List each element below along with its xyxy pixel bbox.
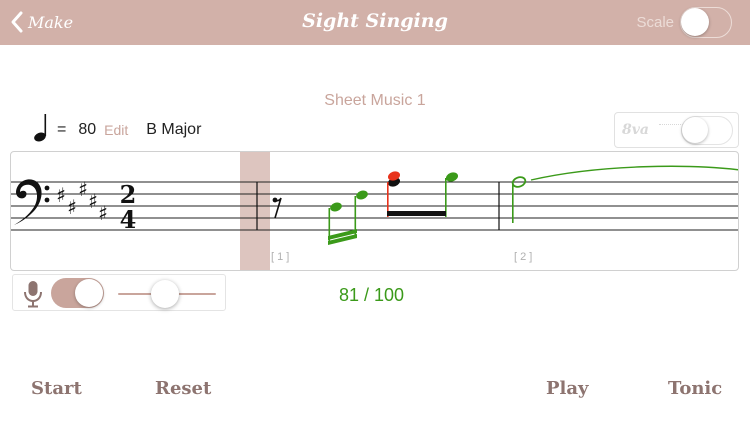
- svg-text:♯: ♯: [98, 201, 108, 225]
- staff-canvas: ♯ ♯ ♯ ♯ ♯ 2 4 [1] [2]: [11, 152, 738, 270]
- svg-text:♯: ♯: [88, 189, 98, 213]
- octave-shift-control: 8va: [614, 112, 739, 148]
- note: [330, 202, 342, 212]
- measure-number: [ 1 ]: [271, 251, 289, 263]
- note: [445, 172, 459, 182]
- eighth-rest: [272, 197, 282, 219]
- key-signature-label: B Major: [146, 121, 202, 138]
- microphone-icon: [24, 281, 42, 308]
- start-button[interactable]: Start: [31, 378, 82, 399]
- note-beam: [387, 211, 446, 216]
- octave-toggle-knob: [682, 117, 708, 143]
- scale-label: Scale: [636, 14, 674, 31]
- octave-label: 8va: [622, 122, 649, 138]
- volume-slider-thumb[interactable]: [151, 280, 179, 308]
- playhead-highlight: [240, 152, 270, 270]
- svg-text:♯: ♯: [78, 177, 88, 201]
- tempo-row: = 80 Edit B Major: [33, 112, 201, 142]
- sheet-title: Sheet Music 1: [324, 92, 426, 109]
- play-button[interactable]: Play: [546, 378, 589, 399]
- input-controls: [12, 274, 226, 311]
- nav-bar: Make Sight Singing Scale: [0, 0, 750, 45]
- tempo-edit-button[interactable]: Edit: [104, 122, 128, 138]
- microphone-toggle-knob: [75, 279, 103, 307]
- tempo-value: 80: [78, 121, 97, 138]
- time-signature-bottom: 4: [120, 205, 137, 234]
- sheet-music-staff[interactable]: ♯ ♯ ♯ ♯ ♯ 2 4 [1] [2]: [10, 151, 739, 271]
- note: [356, 190, 368, 200]
- svg-text:♯: ♯: [67, 195, 77, 219]
- svg-text:♯: ♯: [56, 183, 66, 207]
- note-group-sixteenths: [328, 190, 368, 245]
- note-half: [511, 165, 738, 223]
- octave-toggle[interactable]: [681, 116, 733, 145]
- note-group-eighths: [387, 171, 459, 217]
- quarter-note-icon: [34, 114, 47, 142]
- measure-number: [ 2 ]: [514, 251, 532, 263]
- reset-button[interactable]: Reset: [155, 378, 211, 399]
- scale-toggle[interactable]: [680, 7, 732, 38]
- microphone-toggle[interactable]: [51, 278, 104, 308]
- tonic-button[interactable]: Tonic: [668, 378, 722, 399]
- scale-toggle-knob: [681, 8, 709, 36]
- tempo-equals: =: [57, 121, 67, 138]
- score-label: 81 / 100: [339, 285, 405, 305]
